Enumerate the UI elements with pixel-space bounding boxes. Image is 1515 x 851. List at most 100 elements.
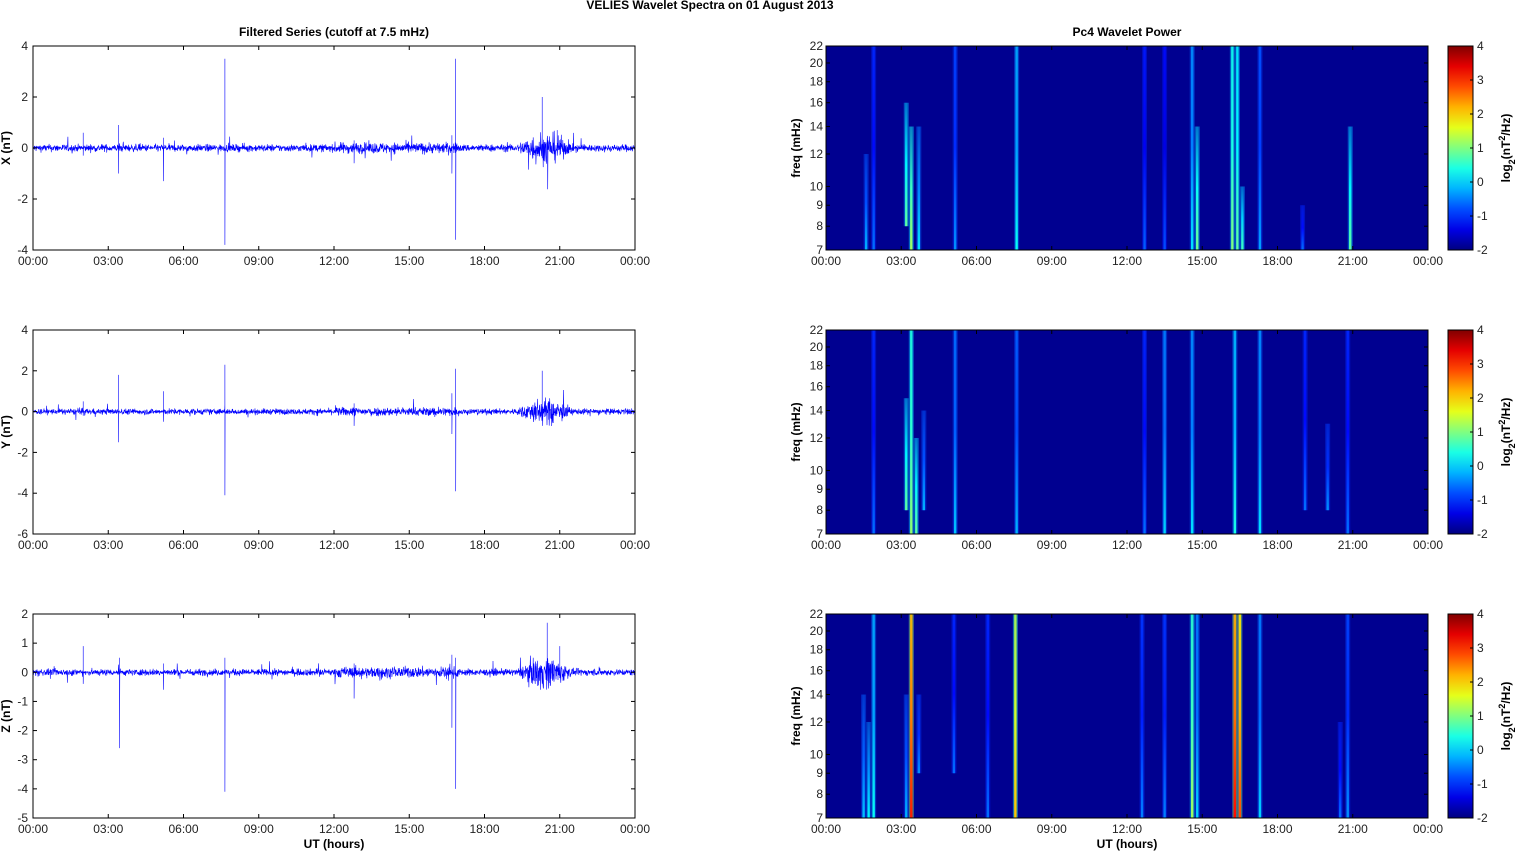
colorbar-tick-label: 4 — [1477, 39, 1484, 53]
y-tick-label: 18 — [810, 643, 824, 657]
y-tick-label: -3 — [17, 753, 28, 767]
x-tick-label: 00:00 — [18, 254, 48, 268]
x-tick-label: 21:00 — [545, 254, 575, 268]
y-tick-label: 16 — [810, 96, 824, 110]
plot-area — [33, 614, 635, 818]
x-tick-label: 18:00 — [1262, 538, 1292, 552]
power-streak — [1339, 721, 1342, 818]
colorbar-tick-label: -2 — [1477, 527, 1488, 541]
power-streak — [1163, 330, 1166, 534]
y-tick-label: 4 — [21, 39, 28, 53]
y-axis-label: freq (mHz) — [789, 686, 803, 745]
power-streak — [1163, 46, 1166, 250]
colorbar-label: log2(nT2/Hz) — [1497, 114, 1515, 183]
power-streak — [1238, 614, 1242, 818]
x-tick-label: 06:00 — [168, 822, 198, 836]
x-tick-label: 15:00 — [1187, 822, 1217, 836]
y-tick-label: -4 — [17, 782, 28, 796]
power-streak — [1191, 614, 1194, 818]
spectrogram-background — [826, 614, 1428, 818]
x-tick-label: 03:00 — [93, 254, 123, 268]
y-tick-label: -2 — [17, 192, 28, 206]
y-tick-label: 14 — [810, 120, 824, 134]
y-tick-label: 0 — [21, 405, 28, 419]
x-tick-label: 03:00 — [886, 538, 916, 552]
x-tick-label: 12:00 — [319, 822, 349, 836]
x-tick-label: 00:00 — [620, 254, 650, 268]
colorbar-tick-label: -1 — [1477, 493, 1488, 507]
power-streak — [952, 614, 956, 774]
power-streak — [1233, 614, 1237, 818]
y-tick-label: 20 — [810, 56, 824, 70]
y-tick-label: 10 — [810, 747, 824, 761]
y-tick-label: 0 — [21, 141, 28, 155]
z-series-panel: -5-4-3-2-1012Z (nT)00:00 03:00 06:00 09:00 1… — [0, 607, 650, 836]
power-streak — [910, 614, 913, 818]
colorbar-tick-label: 0 — [1477, 743, 1484, 757]
x-tick-label: 00:00 — [620, 822, 650, 836]
y-tick-label: 22 — [810, 39, 824, 53]
y-tick-label: -4 — [17, 486, 28, 500]
y-tick-label: 2 — [21, 607, 28, 621]
power-streak — [1303, 330, 1307, 511]
y-axis-label: X (nT) — [0, 131, 13, 165]
power-streak — [910, 126, 913, 250]
power-streak — [1346, 614, 1349, 818]
y-tick-label: 20 — [810, 340, 824, 354]
x-tick-label: 21:00 — [1338, 538, 1368, 552]
y-tick-label: 12 — [810, 431, 824, 445]
colorbar — [1447, 329, 1474, 535]
colorbar-tick-label: -2 — [1477, 243, 1488, 257]
left-x-axis-label: UT (hours) — [304, 837, 365, 851]
x-tick-label: 00:00 — [1413, 254, 1443, 268]
colorbar-tick-label: -2 — [1477, 811, 1488, 825]
y-tick-label: 2 — [21, 364, 28, 378]
x-tick-label: 21:00 — [545, 822, 575, 836]
y-tick-label: 8 — [816, 219, 823, 233]
power-streak — [872, 614, 875, 818]
right-x-axis-label: UT (hours) — [1097, 837, 1158, 851]
colorbar-tick-label: -1 — [1477, 209, 1488, 223]
colorbar-tick-label: 2 — [1477, 675, 1484, 689]
power-streak — [1258, 46, 1262, 250]
power-streak — [1258, 614, 1262, 818]
power-streak — [1143, 330, 1146, 534]
y-tick-label: 10 — [810, 463, 824, 477]
x-tick-label: 06:00 — [961, 254, 991, 268]
y-axis-label: Z (nT) — [0, 699, 13, 732]
x-tick-label: 18:00 — [469, 822, 499, 836]
x-tick-label: 21:00 — [1338, 254, 1368, 268]
power-streak — [1015, 46, 1018, 250]
power-streak — [922, 410, 926, 511]
y-tick-label: 16 — [810, 380, 824, 394]
x-tick-label: 09:00 — [1037, 822, 1067, 836]
power-streak — [1191, 46, 1194, 250]
colorbar-tick-label: 0 — [1477, 459, 1484, 473]
y-tick-label: 18 — [810, 75, 824, 89]
z-wavelet-panel: 78910121416182022freq (mHz)00:00 03:00 06:… — [789, 607, 1515, 836]
x-tick-label: 12:00 — [319, 254, 349, 268]
colorbar — [1447, 613, 1474, 819]
y-tick-label: 18 — [810, 359, 824, 373]
x-tick-label: 12:00 — [1112, 538, 1142, 552]
power-streak — [1163, 614, 1166, 818]
x-tick-label: 18:00 — [1262, 822, 1292, 836]
y-tick-label: 9 — [816, 766, 823, 780]
x-tick-label: 06:00 — [168, 254, 198, 268]
x-tick-label: 03:00 — [886, 822, 916, 836]
y-tick-label: 8 — [816, 503, 823, 517]
x-tick-label: 06:00 — [961, 538, 991, 552]
power-streak — [1140, 614, 1144, 818]
power-streak — [862, 694, 865, 818]
power-streak — [1241, 186, 1244, 250]
x-tick-label: 09:00 — [244, 822, 274, 836]
plot-area — [33, 330, 635, 534]
colorbar-tick-label: 1 — [1477, 709, 1484, 723]
x-tick-label: 09:00 — [244, 254, 274, 268]
y-wavelet-panel: 78910121416182022freq (mHz)00:00 03:00 06:… — [789, 323, 1515, 552]
x-tick-label: 06:00 — [961, 822, 991, 836]
x-tick-label: 18:00 — [469, 254, 499, 268]
x-tick-label: 15:00 — [394, 822, 424, 836]
colorbar-tick-label: 3 — [1477, 641, 1484, 655]
colorbar-tick-label: 4 — [1477, 323, 1484, 337]
